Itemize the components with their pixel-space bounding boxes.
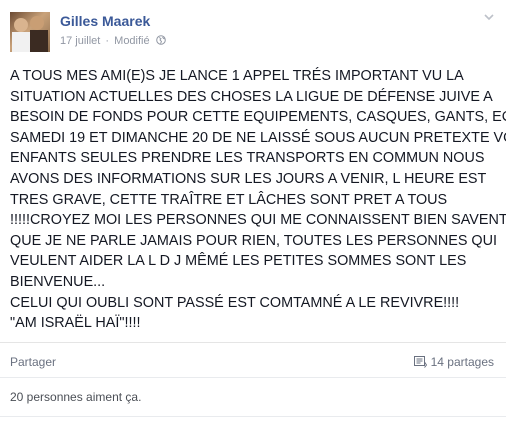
post-line: CELUI QUI OUBLI SONT PASSÉ EST COMTAMNÉ … (10, 294, 460, 311)
post-date[interactable]: 17 juillet (60, 35, 100, 47)
post-line: ENFANTS SEULES PRENDRE LES TRANSPORTS EN… (10, 150, 485, 167)
post-line: SITUATION ACTUELLES DES CHOSES LA LIGUE … (10, 88, 493, 105)
post-meta: 17 juillet · Modifié (60, 35, 166, 47)
post-text: A TOUS MES AMI(E)S JE LANCE 1 APPEL TRÉS… (10, 66, 506, 334)
post-line: A TOUS MES AMI(E)S JE LANCE 1 APPEL TRÉS… (10, 68, 464, 84)
post-header: Gilles Maarek 17 juillet · Modifié (0, 0, 506, 58)
post-line: SAMEDI 19 ET DIMANCHE 20 DE NE LAISSÉ SO… (10, 129, 506, 146)
post-line: VEULENT AIDER LA L D J MÊMÉ LES PETITES … (10, 253, 467, 270)
meta-separator: · (105, 35, 110, 47)
post-line: BIENVENUE... (10, 273, 106, 290)
edited-label[interactable]: Modifié (114, 35, 149, 47)
facebook-post: Gilles Maarek 17 juillet · Modifié A TOU… (0, 0, 506, 423)
shares-count[interactable]: 14 partages (413, 355, 494, 369)
post-line: BESOIN DE FONDS POUR CETTE EQUIPEMENTS, … (10, 109, 506, 126)
post-line: !!!!!CROYEZ MOI LES PERSONNES QUI ME CON… (10, 212, 506, 229)
post-line: AVONS DES INFORMATIONS SUR LES JOURS A V… (10, 170, 487, 187)
author-name[interactable]: Gilles Maarek (60, 13, 150, 29)
likes-summary[interactable]: 20 personnes aiment ça. (10, 390, 141, 404)
divider (0, 342, 506, 343)
share-button[interactable]: Partager (10, 355, 56, 369)
author-avatar[interactable] (10, 12, 50, 52)
globe-icon[interactable] (155, 35, 166, 45)
post-line: QUE JE NE PARLE JAMAIS POUR RIEN, TOUTES… (10, 232, 497, 249)
divider (0, 377, 506, 378)
post-line: TRES GRAVE, CETTE TRAÎTRE ET LÂCHES SONT… (10, 191, 448, 208)
share-count-icon (413, 356, 427, 368)
shares-count-label: 14 partages (430, 355, 494, 369)
chevron-down-icon[interactable] (482, 10, 496, 24)
divider (0, 416, 506, 417)
post-line: "AM ISRAËL HAÏ"!!!! (10, 315, 141, 332)
